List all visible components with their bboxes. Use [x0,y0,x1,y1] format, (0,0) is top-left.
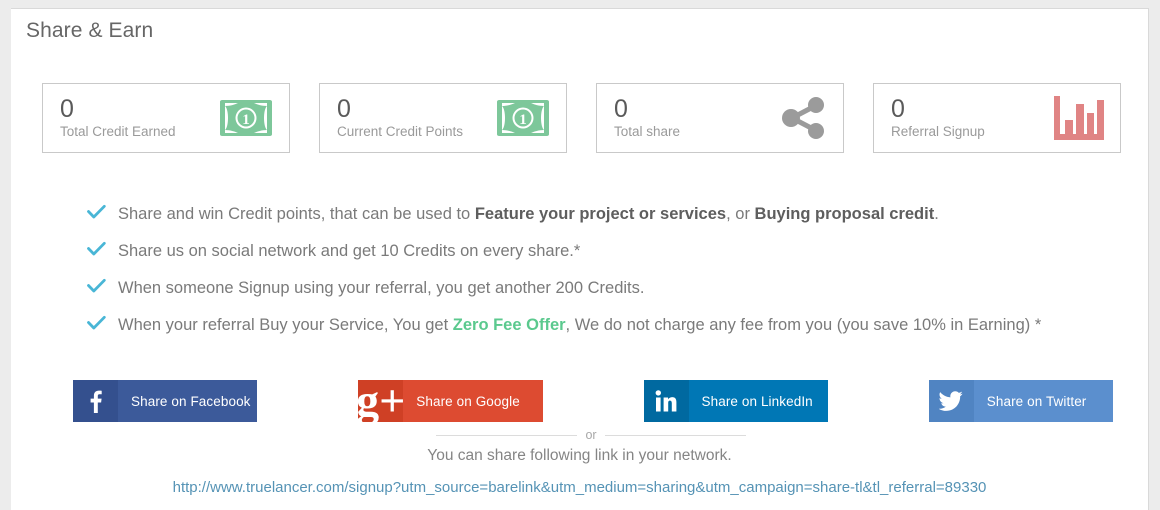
zero-fee-offer-highlight: Zero Fee Offer [452,316,566,334]
stat-value: 0 [60,95,74,123]
stat-label: Total share [614,124,681,139]
benefit-part: . [934,205,939,223]
share-on-twitter-button[interactable]: Share on Twitter [928,380,1113,422]
google-plus-icon: g+ [356,375,406,426]
stat-label: Total Credit Earned [60,124,176,139]
stat-value: 0 [614,95,628,123]
share-on-google-button[interactable]: g+ Share on Google [356,375,543,426]
stat-label: Current Credit Points [337,124,464,139]
check-icon [87,238,108,260]
benefit-part: Share us on social network and get 10 Cr… [118,242,581,260]
divider-line-left [436,434,578,436]
list-item: Share us on social network and get 10 Cr… [87,236,1087,266]
referral-share-link[interactable]: http://www.truelancer.com/signup?utm_sou… [11,479,1148,496]
benefit-part: , or [726,205,755,223]
benefit-part-bold: Feature your project or services [474,205,727,223]
share-button-label: Share on Facebook [131,393,251,409]
benefit-part: Share and win Credit points, that can be… [118,205,475,223]
twitter-icon [928,380,974,422]
stats-cards-row: 0 Total Credit Earned 1 0 Current Credit… [42,83,1122,153]
share-link-note: You can share following link in your net… [427,447,732,464]
benefits-list: Share and win Credit points, that can be… [87,199,1087,347]
linkedin-icon [643,380,689,422]
share-earn-panel: Share & Earn 0 Total Credit Earned 1 0 C… [11,8,1149,510]
social-share-buttons: Share on Facebook g+ Share on Google Sha… [73,375,1113,426]
share-button-label: Share on Twitter [986,393,1087,409]
svg-text:1: 1 [242,112,250,128]
svg-text:1: 1 [519,112,527,128]
benefit-part-bold: Buying proposal credit [754,205,935,223]
stat-value: 0 [337,95,351,123]
stat-value: 0 [891,95,905,123]
banknote-icon: 1 [496,99,550,137]
banknote-icon: 1 [219,99,273,137]
bar-chart-icon [1054,96,1104,140]
share-button-label: Share on Google [416,393,520,409]
check-icon [87,312,108,334]
benefit-text: Share us on social network and get 10 Cr… [118,236,580,266]
list-item: Share and win Credit points, that can be… [87,199,1087,229]
benefit-text: Share and win Credit points, that can be… [118,199,939,229]
benefit-part: When your referral Buy your Service, You… [118,316,453,334]
or-divider: or [436,428,746,442]
stat-label: Referral Signup [891,124,985,139]
benefit-part: , We do not charge any fee from you (you… [565,316,1042,334]
benefit-text: When your referral Buy your Service, You… [118,310,1041,340]
or-label: or [585,428,597,442]
share-on-facebook-button[interactable]: Share on Facebook [73,380,258,422]
share-button-label: Share on LinkedIn [701,393,813,409]
check-icon [87,275,108,297]
share-nodes-icon [781,97,827,139]
list-item: When someone Signup using your referral,… [87,273,1087,303]
share-on-linkedin-button[interactable]: Share on LinkedIn [643,380,828,422]
stat-card-current-credit-points: 0 Current Credit Points 1 [319,83,567,153]
divider-line-right [604,434,746,436]
check-icon [87,201,108,223]
facebook-icon [73,380,118,422]
benefit-text: When someone Signup using your referral,… [118,273,644,303]
stat-card-total-credit-earned: 0 Total Credit Earned 1 [42,83,290,153]
stat-card-total-share: 0 Total share [596,83,844,153]
benefit-part: When someone Signup using your referral,… [118,279,645,297]
page-title: Share & Earn [26,19,154,42]
list-item: When your referral Buy your Service, You… [87,310,1087,340]
stat-card-referral-signup: 0 Referral Signup [873,83,1121,153]
